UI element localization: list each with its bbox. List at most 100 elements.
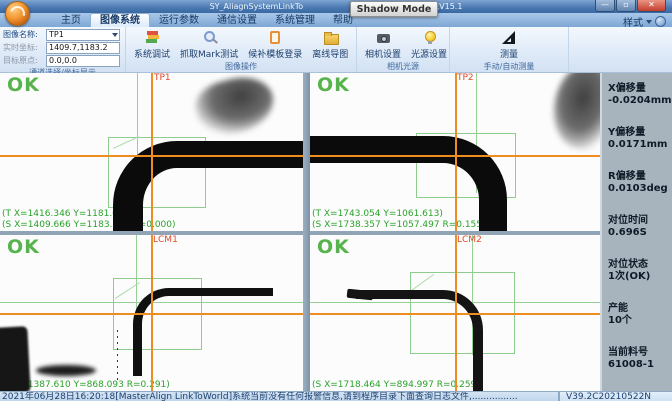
ribbon-spacer [568, 27, 672, 72]
crosshair-hline [0, 155, 303, 157]
offline-map-button[interactable]: 离线导图 [307, 30, 353, 60]
camera-settings-button[interactable]: 相机设置 [360, 30, 406, 60]
system-debug-button[interactable]: 系统调试 [129, 30, 175, 60]
status-ok-text: OK [7, 236, 40, 258]
target-origin-field[interactable]: 0.0,0.0 [46, 55, 120, 67]
ruler-icon [500, 30, 517, 45]
clipboard-icon [267, 30, 284, 45]
tab-home[interactable]: 主页 [52, 14, 90, 27]
group-image-ops: 系统调试 抓取Mark测试 候补模板登录 离线导图 图像操作 [125, 27, 356, 72]
measure-button[interactable]: 测量 [495, 30, 523, 60]
stat-label: 产能 [608, 303, 672, 315]
panel-edge-shape [310, 136, 507, 231]
application-window: SY_AliagnSystemLinkTo 动对位系统V15.1 Shadow … [0, 0, 672, 401]
group-label-measure: 手动/自动测量 [450, 61, 568, 72]
camera-view-grid: OK TP1 (T X=1416.346 Y=1181.616) (S X=14… [0, 73, 672, 391]
status-message: 2021年06月28日16:20:18[MasterAlign LinkToWo… [0, 392, 558, 401]
crosshair-vline [455, 73, 457, 231]
tab-system-manage[interactable]: 系统管理 [266, 14, 324, 27]
group-label-camera-light: 相机光源 [357, 61, 449, 72]
chevron-down-icon [646, 20, 652, 24]
stat-part-number: 当前料号 61008-1 [608, 347, 672, 371]
view-label-lcm1: LCM1 [153, 235, 178, 245]
group-measure: 测量 手动/自动测量 [449, 27, 568, 72]
title-bar: SY_AliagnSystemLinkTo 动对位系统V15.1 Shadow … [0, 0, 672, 13]
camera-view-tp2[interactable]: OK TP2 (T X=1743.054 Y=1061.613) (S X=17… [310, 73, 600, 231]
status-ok-text: OK [317, 74, 350, 96]
realtime-coord-field[interactable]: 1409.7,1183.2 [46, 42, 120, 54]
vertical-divider [303, 73, 310, 391]
ribbon-tab-bar: 主页 图像系统 运行参数 通信设置 系统管理 帮助 样式 [0, 13, 672, 27]
stat-align-status: 对位状态 1次(OK) [608, 259, 672, 283]
tab-run-params[interactable]: 运行参数 [150, 14, 208, 27]
image-name-label: 图像名称: [3, 29, 46, 40]
crosshair-vline [151, 73, 153, 231]
stat-label: X偏移量 [608, 83, 672, 95]
image-name-combobox[interactable]: TP1 [46, 29, 120, 41]
camera-icon [375, 30, 392, 45]
view-label-lcm2: LCM2 [457, 235, 482, 245]
window-controls: — ▫ ✕ [594, 0, 666, 12]
toolbox-icon [144, 30, 161, 45]
stat-value: -0.0204mm [608, 95, 672, 107]
stat-r-offset: R偏移量 0.0103deg [608, 171, 672, 195]
gray-smudge [191, 73, 280, 142]
stat-label: 对位状态 [608, 259, 672, 271]
measurement-sidebar: X偏移量 -0.0204mm Y偏移量 0.0171mm R偏移量 0.0103… [600, 73, 672, 391]
stat-y-offset: Y偏移量 0.0171mm [608, 127, 672, 151]
grab-mark-test-button[interactable]: 抓取Mark测试 [175, 30, 243, 60]
group-camera-light: 相机设置 光源设置 相机光源 [356, 27, 449, 72]
camera-view-lcm1[interactable]: OK LCM1 (S X=1387.610 Y=868.093 R=0.291) [0, 235, 303, 391]
help-icon[interactable] [655, 16, 666, 27]
stat-label: Y偏移量 [608, 127, 672, 139]
tab-comm-settings[interactable]: 通信设置 [208, 14, 266, 27]
stat-value: 1次(OK) [608, 271, 672, 283]
stat-label: 当前料号 [608, 347, 672, 359]
magnifier-icon [201, 30, 218, 45]
light-settings-button[interactable]: 光源设置 [406, 30, 452, 60]
panel-edge-taper [347, 289, 374, 301]
shadow-mode-badge: Shadow Mode [350, 1, 438, 17]
gray-smudge [546, 73, 600, 154]
close-button[interactable]: ✕ [637, 0, 666, 12]
group-channel-coords: 图像名称: TP1 实时坐标: 1409.7,1183.2 目标原点: 0.0,… [0, 27, 125, 72]
chevron-down-icon [112, 33, 118, 37]
minimize-button[interactable]: — [595, 0, 615, 12]
stat-capacity: 产能 10个 [608, 303, 672, 327]
stat-label: 对位时间 [608, 215, 672, 227]
status-ok-text: OK [7, 74, 40, 96]
bulb-icon [421, 30, 438, 45]
speck-marks [117, 330, 118, 380]
realtime-coord-label: 实时坐标: [3, 42, 46, 53]
stat-value: 0.696S [608, 227, 672, 239]
stat-value: 10个 [608, 315, 672, 327]
panel-edge-shape [133, 288, 273, 376]
ribbon: 图像名称: TP1 实时坐标: 1409.7,1183.2 目标原点: 0.0,… [0, 27, 672, 73]
version-label: V39.2C20210522N [558, 392, 672, 401]
window-title-left: SY_AliagnSystemLinkTo [210, 2, 304, 11]
stat-x-offset: X偏移量 -0.0204mm [608, 83, 672, 107]
status-ok-text: OK [317, 236, 350, 258]
status-bar: 2021年06月28日16:20:18[MasterAlign LinkToWo… [0, 391, 672, 401]
window-title: SY_AliagnSystemLinkTo 动对位系统V15.1 [0, 2, 672, 11]
view-label-tp1: TP1 [154, 73, 171, 83]
maximize-button[interactable]: ▫ [616, 0, 636, 12]
app-logo-orb-icon[interactable] [5, 1, 30, 26]
group-label-image-ops: 图像操作 [126, 61, 356, 72]
black-blob [0, 326, 31, 391]
panel-edge-shape [356, 290, 483, 391]
stat-label: R偏移量 [608, 171, 672, 183]
template-register-button[interactable]: 候补模板登录 [243, 30, 307, 60]
tab-image-system[interactable]: 图像系统 [90, 13, 150, 27]
camera-view-tp1[interactable]: OK TP1 (T X=1416.346 Y=1181.616) (S X=14… [0, 73, 303, 231]
view-label-tp2: TP2 [457, 73, 474, 83]
stat-value: 0.0171mm [608, 139, 672, 151]
folder-icon [322, 30, 339, 45]
stat-value: 0.0103deg [608, 183, 672, 195]
crosshair-hline [0, 313, 303, 315]
stat-align-time: 对位时间 0.696S [608, 215, 672, 239]
black-smudge [36, 365, 96, 376]
stat-value: 61008-1 [608, 359, 672, 371]
target-origin-label: 目标原点: [3, 55, 46, 66]
camera-view-lcm2[interactable]: OK LCM2 (S X=1718.464 Y=894.997 R=0.259) [310, 235, 600, 391]
